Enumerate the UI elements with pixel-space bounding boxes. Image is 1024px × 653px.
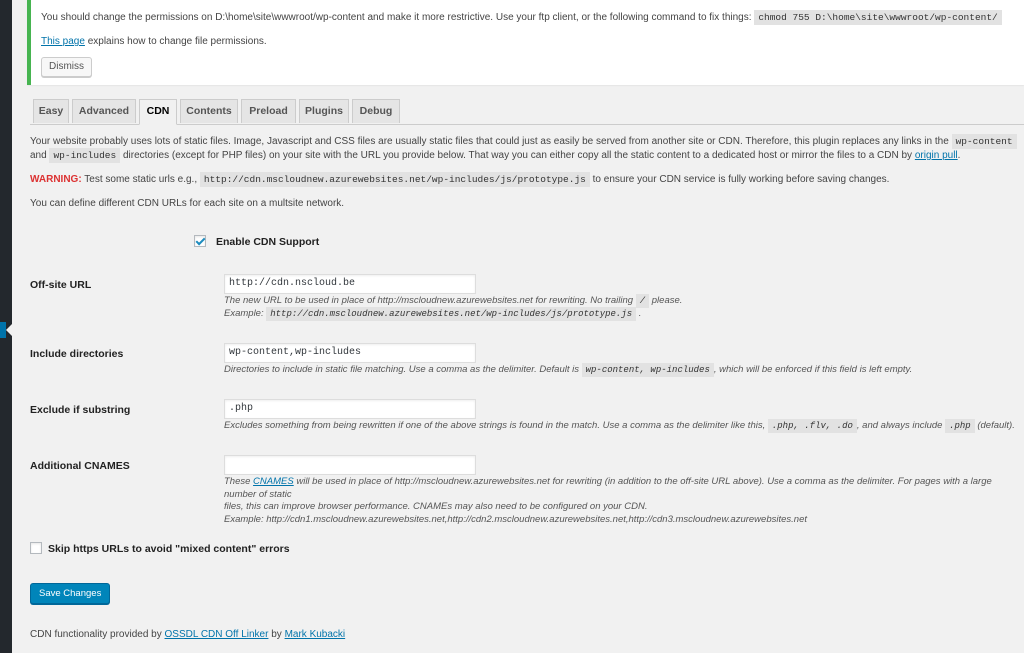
exclude-substring-description: Excludes something from being rewritten … <box>224 419 1015 433</box>
include-directories-input[interactable]: wp-content,wp-includes <box>224 343 476 363</box>
permissions-help-link[interactable]: This page <box>41 36 85 47</box>
tab-debug[interactable]: Debug <box>352 99 400 123</box>
skip-https-label[interactable]: Skip https URLs to avoid "mixed content"… <box>48 543 290 555</box>
warning-label: WARNING: <box>30 174 82 185</box>
intro-paragraph: Your website probably uses lots of stati… <box>30 134 1024 163</box>
exclude-substring-input[interactable]: .php <box>224 399 476 419</box>
offsite-url-input[interactable]: http://cdn.nscloud.be <box>224 274 476 294</box>
notice-help: This page explains how to change file pe… <box>41 36 267 47</box>
ossdl-link[interactable]: OSSDL CDN Off Linker <box>165 629 269 640</box>
origin-pull-link[interactable]: origin pull <box>915 150 958 161</box>
dismiss-button[interactable]: Dismiss <box>41 57 92 77</box>
skip-https-checkbox[interactable] <box>30 542 42 554</box>
tab-advanced[interactable]: Advanced <box>72 99 136 123</box>
enable-cdn-checkbox[interactable] <box>194 235 206 247</box>
save-changes-button[interactable]: Save Changes <box>30 583 111 604</box>
current-menu-arrow-icon <box>6 322 14 338</box>
notice-message: You should change the permissions on D:\… <box>41 10 1024 25</box>
multisite-note: You can define different CDN URLs for ea… <box>30 198 345 209</box>
include-directories-description: Directories to include in static file ma… <box>224 363 913 377</box>
admin-sidebar <box>0 0 14 653</box>
cnames-link[interactable]: CNAMES <box>253 476 294 487</box>
exclude-substring-label: Exclude if substring <box>30 404 131 416</box>
enable-cdn-label[interactable]: Enable CDN Support <box>216 236 319 248</box>
include-directories-label: Include directories <box>30 348 124 360</box>
offsite-url-label: Off-site URL <box>30 279 92 291</box>
tab-easy[interactable]: Easy <box>33 99 69 123</box>
offsite-url-description: The new URL to be used in place of http:… <box>224 294 683 321</box>
tab-preload[interactable]: Preload <box>241 99 296 123</box>
additional-cnames-input[interactable] <box>224 455 476 475</box>
warning-paragraph: WARNING: Test some static urls e.g., htt… <box>30 172 890 187</box>
author-link[interactable]: Mark Kubacki <box>285 629 346 640</box>
additional-cnames-label: Additional CNAMES <box>30 460 130 472</box>
additional-cnames-description: These CNAMES will be used in place of ht… <box>224 476 992 525</box>
tab-cdn[interactable]: CDN <box>139 99 177 125</box>
permissions-notice: You should change the permissions on D:\… <box>27 0 1024 85</box>
tab-plugins[interactable]: Plugins <box>299 99 349 123</box>
chmod-command: chmod 755 D:\home\site\wwwroot/wp-conten… <box>754 10 1002 25</box>
tab-contents[interactable]: Contents <box>180 99 238 123</box>
footer-credits: CDN functionality provided by OSSDL CDN … <box>30 629 346 640</box>
settings-tabs: Easy Advanced CDN Contents Preload Plugi… <box>30 98 1024 125</box>
